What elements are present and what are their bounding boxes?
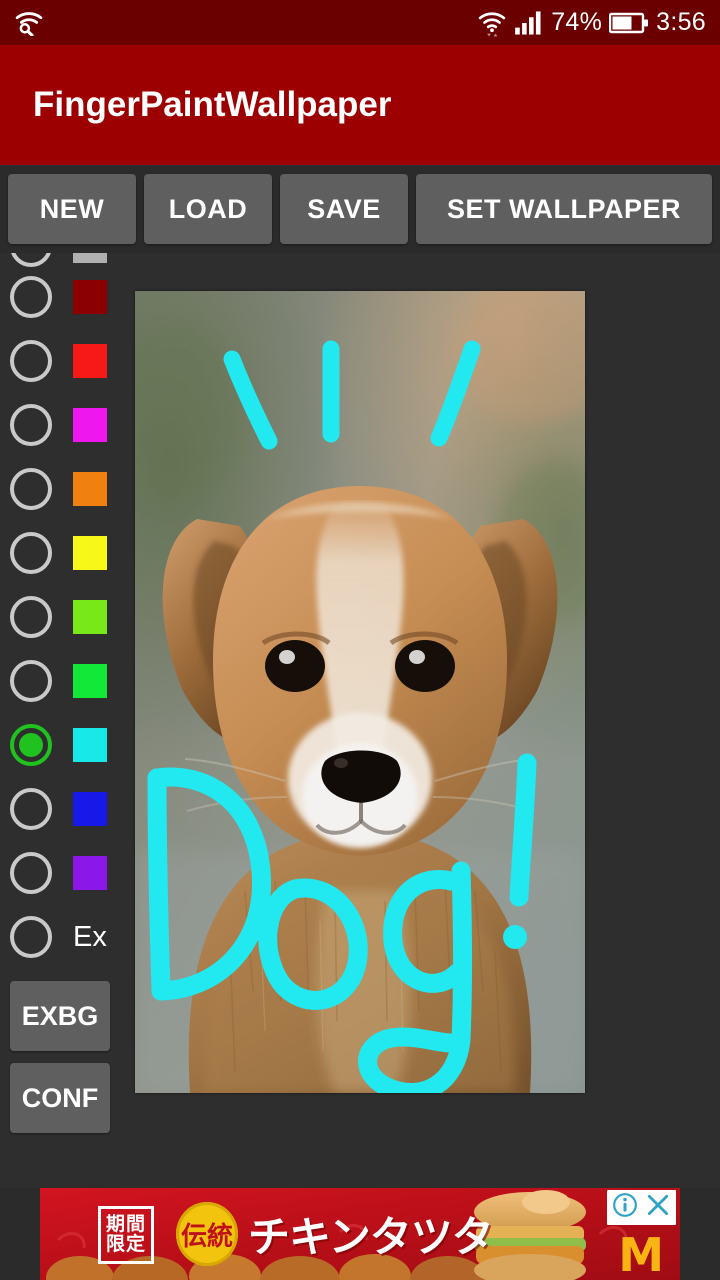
cast-wifi-icon	[14, 10, 44, 36]
ad-badge-line1: 期間	[105, 1213, 146, 1236]
ad-tradition-seal: 伝統	[176, 1202, 238, 1266]
color-radio-yellow[interactable]	[10, 532, 52, 574]
color-swatch-green[interactable]	[73, 664, 107, 698]
color-option-white[interactable]	[0, 253, 122, 267]
drawing-canvas[interactable]	[135, 291, 585, 1093]
color-swatch-blue[interactable]	[73, 792, 107, 826]
canvas-area	[122, 253, 720, 1188]
color-swatch-yellow-green[interactable]	[73, 600, 107, 634]
status-clock: 3:56	[656, 8, 706, 36]
wifi-icon	[477, 8, 507, 38]
color-radio-dark-red[interactable]	[10, 276, 52, 318]
color-palette-sidebar[interactable]: Ex EXBG CONF	[0, 253, 122, 1188]
save-button[interactable]: SAVE	[280, 174, 408, 244]
color-option-purple[interactable]	[0, 841, 122, 905]
ad-close-icon[interactable]	[645, 1192, 671, 1223]
new-button[interactable]: NEW	[8, 174, 136, 244]
radio-selected-dot	[19, 733, 43, 757]
color-option-red[interactable]	[0, 329, 122, 393]
color-option-yellow-green[interactable]	[0, 585, 122, 649]
battery-icon	[609, 11, 649, 35]
status-left-icons	[14, 10, 44, 36]
color-swatch-purple[interactable]	[73, 856, 107, 890]
battery-percent-label: 74%	[551, 8, 603, 36]
color-radio-magenta[interactable]	[10, 404, 52, 446]
ad-product-name: チキンタツタ	[248, 1212, 494, 1262]
action-button-bar: NEW LOAD SAVE SET WALLPAPER	[0, 165, 720, 253]
color-option-green[interactable]	[0, 649, 122, 713]
color-swatch-dark-red[interactable]	[73, 280, 107, 314]
color-option-cyan[interactable]	[0, 713, 122, 777]
app-title-bar: FingerPaintWallpaper	[0, 45, 720, 165]
color-swatch-magenta[interactable]	[73, 408, 107, 442]
ad-limited-badge: 期間 限定	[98, 1206, 154, 1264]
color-option-dark-red[interactable]	[0, 265, 122, 329]
color-option-magenta[interactable]	[0, 393, 122, 457]
color-option-yellow[interactable]	[0, 521, 122, 585]
ad-controls	[607, 1190, 676, 1225]
color-swatch-white[interactable]	[73, 253, 107, 263]
color-radio-green[interactable]	[10, 660, 52, 702]
color-swatch-red[interactable]	[73, 344, 107, 378]
finger-paint-strokes	[147, 340, 537, 1093]
color-swatch-orange[interactable]	[73, 472, 107, 506]
cellular-signal-icon	[514, 10, 544, 36]
color-option-ex-label: Ex	[73, 920, 107, 953]
ad-badge-line2: 限定	[105, 1233, 146, 1255]
color-swatch-yellow[interactable]	[73, 536, 107, 570]
color-swatch-cyan[interactable]	[73, 728, 107, 762]
status-right-icons: 74% 3:56	[477, 8, 706, 38]
conf-button[interactable]: CONF	[10, 1063, 110, 1133]
color-option-blue[interactable]	[0, 777, 122, 841]
color-radio-blue[interactable]	[10, 788, 52, 830]
ad-banner: 期間 限定 伝統 チキンタツタ M	[0, 1188, 720, 1280]
load-button[interactable]: LOAD	[144, 174, 272, 244]
status-bar: 74% 3:56	[0, 0, 720, 45]
ad-info-icon[interactable]	[612, 1192, 638, 1223]
color-option-orange[interactable]	[0, 457, 122, 521]
color-radio-red[interactable]	[10, 340, 52, 382]
color-radio-purple[interactable]	[10, 852, 52, 894]
ad-creative[interactable]: 期間 限定 伝統 チキンタツタ M	[40, 1188, 680, 1280]
color-radio-ex[interactable]	[10, 916, 52, 958]
color-radio-cyan[interactable]	[10, 724, 52, 766]
color-radio-orange[interactable]	[10, 468, 52, 510]
color-radio-yellow-green[interactable]	[10, 596, 52, 638]
page-title: FingerPaintWallpaper	[33, 85, 392, 124]
color-option-ex[interactable]: Ex	[0, 905, 122, 969]
app-root: 74% 3:56 FingerPaintWallpaper NEW LOAD S…	[0, 0, 720, 1280]
set-wallpaper-button[interactable]: SET WALLPAPER	[416, 174, 712, 244]
exbg-button[interactable]: EXBG	[10, 981, 110, 1051]
mcdonalds-logo-icon: M	[618, 1228, 664, 1280]
